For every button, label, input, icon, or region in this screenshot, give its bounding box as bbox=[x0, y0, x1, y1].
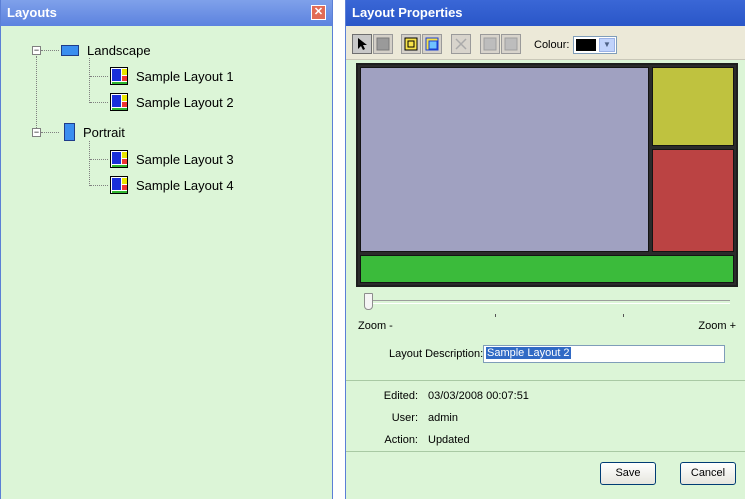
divider bbox=[346, 451, 745, 452]
user-label: User: bbox=[391, 412, 418, 424]
zoom-plus-label: Zoom + bbox=[698, 320, 736, 332]
layout-tree: − Landscape Sample Layout 1 Sample Layou… bbox=[1, 26, 332, 496]
zoom-tick bbox=[495, 314, 496, 317]
edited-value: 03/03/2008 00:07:51 bbox=[428, 390, 529, 402]
layout-description-label: Layout Description: bbox=[389, 348, 484, 360]
cancel-button[interactable]: Cancel bbox=[680, 462, 736, 485]
expander-portrait[interactable]: − bbox=[32, 128, 41, 137]
bring-forward-icon[interactable] bbox=[480, 34, 500, 54]
layout-toolbar: Colour: ▼ bbox=[346, 26, 745, 60]
layout-icon bbox=[110, 93, 128, 111]
send-back-icon[interactable] bbox=[501, 34, 521, 54]
region-bottom-right[interactable] bbox=[652, 149, 734, 252]
colour-label: Colour: bbox=[534, 39, 570, 51]
tree-item-sample-layout-3[interactable]: Sample Layout 3 bbox=[110, 148, 234, 170]
properties-titlebar: Layout Properties bbox=[346, 0, 745, 26]
zoom-minus-label: Zoom - bbox=[358, 320, 393, 332]
layouts-panel: Layouts ✕ − Landscape Sample Layout 1 Sa… bbox=[0, 0, 333, 499]
single-region-icon[interactable] bbox=[401, 34, 421, 54]
chevron-down-icon[interactable]: ▼ bbox=[599, 38, 615, 52]
close-icon[interactable]: ✕ bbox=[311, 5, 326, 20]
region-main[interactable] bbox=[360, 67, 649, 252]
layout-description-input[interactable]: Sample Layout 2 bbox=[483, 345, 725, 363]
zoom-control: Zoom - Zoom + bbox=[356, 290, 738, 340]
tree-node-landscape[interactable]: Landscape bbox=[61, 39, 151, 61]
tree-item-label: Sample Layout 2 bbox=[136, 94, 234, 110]
layouts-panel-title: Layouts bbox=[7, 5, 57, 20]
layout-icon bbox=[110, 176, 128, 194]
tree-node-label: Landscape bbox=[87, 42, 151, 58]
tree-item-label: Sample Layout 1 bbox=[136, 68, 234, 84]
colour-select[interactable]: ▼ bbox=[573, 36, 617, 54]
tree-item-sample-layout-2[interactable]: Sample Layout 2 bbox=[110, 91, 234, 113]
layouts-panel-titlebar: Layouts ✕ bbox=[1, 0, 332, 26]
divider bbox=[346, 380, 745, 381]
layout-icon bbox=[110, 67, 128, 85]
tree-node-portrait[interactable]: Portrait bbox=[64, 121, 125, 143]
save-button[interactable]: Save bbox=[600, 462, 656, 485]
layout-icon bbox=[110, 150, 128, 168]
delete-icon[interactable] bbox=[451, 34, 471, 54]
properties-title: Layout Properties bbox=[352, 5, 463, 20]
layout-properties-panel: Layout Properties Colour: ▼ Zoom - Zoom … bbox=[345, 0, 745, 499]
split-region-icon[interactable] bbox=[422, 34, 442, 54]
tree-item-label: Sample Layout 3 bbox=[136, 151, 234, 167]
zoom-tick bbox=[623, 314, 624, 317]
user-value: admin bbox=[428, 412, 458, 424]
colour-swatch bbox=[576, 39, 596, 51]
tree-item-label: Sample Layout 4 bbox=[136, 177, 234, 193]
region-top-right[interactable] bbox=[652, 67, 734, 146]
portrait-icon bbox=[64, 123, 75, 141]
edited-label: Edited: bbox=[383, 390, 418, 402]
action-value: Updated bbox=[428, 434, 470, 446]
region-footer[interactable] bbox=[360, 255, 734, 283]
landscape-icon bbox=[61, 44, 79, 56]
tree-node-label: Portrait bbox=[83, 124, 125, 140]
layout-description-value: Sample Layout 2 bbox=[486, 347, 571, 359]
tree-item-sample-layout-1[interactable]: Sample Layout 1 bbox=[110, 65, 234, 87]
tree-item-sample-layout-4[interactable]: Sample Layout 4 bbox=[110, 174, 234, 196]
pointer-icon[interactable] bbox=[352, 34, 372, 54]
zoom-slider-thumb[interactable] bbox=[364, 293, 373, 310]
layout-canvas[interactable] bbox=[356, 63, 738, 287]
region-icon[interactable] bbox=[373, 34, 393, 54]
action-label: Action: bbox=[384, 434, 418, 446]
expander-landscape[interactable]: − bbox=[32, 46, 41, 55]
zoom-slider-track[interactable] bbox=[364, 300, 730, 304]
